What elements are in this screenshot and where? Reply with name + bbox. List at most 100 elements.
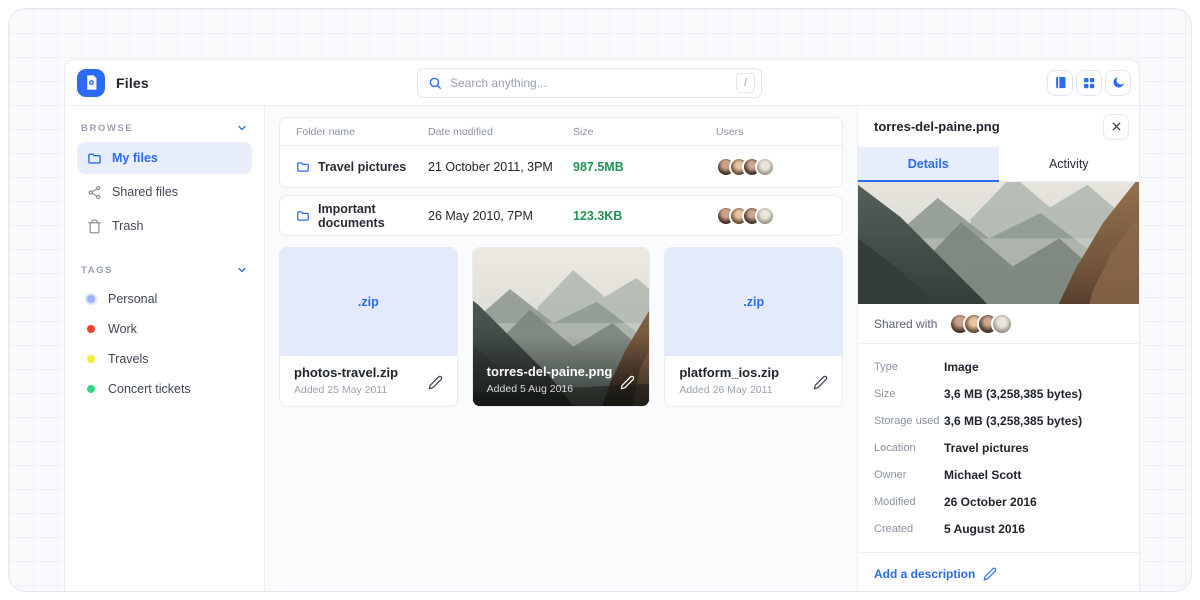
column-header-folder-name: Folder name xyxy=(280,126,428,138)
date-modified: 26 May 2010, 7PM xyxy=(428,209,573,223)
mountain-preview-image xyxy=(858,182,1139,304)
tag-color-dot xyxy=(87,355,95,363)
add-description-button[interactable]: Add a description xyxy=(858,553,1139,592)
file-name: platform_ios.zip xyxy=(679,365,828,380)
date-modified: 21 October 2011, 3PM xyxy=(428,160,573,174)
edit-pencil-icon[interactable] xyxy=(813,375,828,390)
tags-section-header[interactable]: TAGS xyxy=(77,262,252,284)
file-search-icon xyxy=(83,74,100,91)
dark-mode-button[interactable] xyxy=(1105,70,1131,96)
detail-label: Modified xyxy=(874,496,944,508)
chevron-down-icon[interactable] xyxy=(236,264,248,276)
detail-value: Travel pictures xyxy=(944,441,1029,455)
edit-pencil-icon[interactable] xyxy=(428,375,443,390)
browse-section-header[interactable]: BROWSE xyxy=(77,120,252,142)
notebook-icon xyxy=(1053,75,1068,90)
tag-item-personal[interactable]: Personal xyxy=(77,284,252,314)
notebook-button[interactable] xyxy=(1047,70,1073,96)
details-panel: torres-del-paine.png Details Activity Sh… xyxy=(857,106,1139,592)
grid-view-button[interactable] xyxy=(1076,70,1102,96)
tag-color-dot xyxy=(87,295,95,303)
tag-color-dot xyxy=(87,325,95,333)
image-preview[interactable] xyxy=(858,182,1139,304)
file-size: 123.3KB xyxy=(573,209,716,223)
column-header-date-modified: Date modified xyxy=(428,126,573,138)
app-logo[interactable] xyxy=(77,69,105,97)
file-card-torres-del-paine[interactable]: torres-del-paine.png Added 5 Aug 2016 xyxy=(472,247,651,407)
folders-table: Folder name Date modified Size Users Tra… xyxy=(279,117,843,188)
search-shortcut-badge: / xyxy=(736,73,755,93)
tags-section-label: TAGS xyxy=(81,265,113,276)
dark-mode-moon-icon xyxy=(1111,75,1126,90)
file-card-platform-ios-zip[interactable]: .zip platform_ios.zip Added 26 May 2011 xyxy=(664,247,843,407)
folder-name: Important documents xyxy=(318,202,428,230)
add-description-label: Add a description xyxy=(874,567,975,581)
file-card-photos-travel-zip[interactable]: .zip photos-travel.zip Added 25 May 2011 xyxy=(279,247,458,407)
sidebar-item-label: Trash xyxy=(112,219,144,233)
detail-value: 26 October 2016 xyxy=(944,495,1037,509)
file-added-date: Added 25 May 2011 xyxy=(294,384,443,396)
detail-label: Location xyxy=(874,442,944,454)
edit-pencil-icon xyxy=(983,567,997,581)
table-row-important-documents[interactable]: Important documents 26 May 2010, 7PM 123… xyxy=(280,196,842,235)
shared-with-avatars[interactable] xyxy=(949,313,1013,335)
folder-icon xyxy=(296,209,310,223)
sidebar-item-trash[interactable]: Trash xyxy=(77,210,252,242)
detail-row-owner: Owner Michael Scott xyxy=(874,461,1123,488)
search-input[interactable]: Search anything... / xyxy=(417,68,762,98)
share-icon xyxy=(87,185,102,200)
trash-icon xyxy=(87,219,102,234)
close-panel-button[interactable] xyxy=(1103,114,1129,140)
avatar xyxy=(991,313,1013,335)
detail-value: Michael Scott xyxy=(944,468,1021,482)
folders-table-row-card: Important documents 26 May 2010, 7PM 123… xyxy=(279,195,843,236)
column-header-users: Users xyxy=(716,126,842,138)
detail-row-location: Location Travel pictures xyxy=(874,434,1123,461)
tag-item-work[interactable]: Work xyxy=(77,314,252,344)
folder-icon xyxy=(296,160,310,174)
files-app-window: Files Search anything... / xyxy=(64,59,1140,592)
tab-activity[interactable]: Activity xyxy=(999,147,1140,182)
search-placeholder: Search anything... xyxy=(450,76,736,90)
tag-color-dot xyxy=(87,385,95,393)
zip-badge: .zip xyxy=(358,295,379,309)
main-content: Folder name Date modified Size Users Tra… xyxy=(265,106,857,592)
sidebar-item-label: My files xyxy=(112,151,158,165)
tag-label: Personal xyxy=(108,292,157,306)
tab-details[interactable]: Details xyxy=(858,147,999,182)
folder-icon xyxy=(87,151,102,166)
detail-row-created: Created 5 August 2016 xyxy=(874,515,1123,542)
detail-row-modified: Modified 26 October 2016 xyxy=(874,488,1123,515)
panel-file-title: torres-del-paine.png xyxy=(874,119,1000,134)
detail-row-type: Type Image xyxy=(874,353,1123,380)
close-icon xyxy=(1110,120,1123,133)
zip-badge: .zip xyxy=(743,295,764,309)
panel-tabs: Details Activity xyxy=(858,147,1139,182)
file-added-date: Added 26 May 2011 xyxy=(679,384,828,396)
folder-name: Travel pictures xyxy=(318,160,406,174)
tag-label: Travels xyxy=(108,352,149,366)
detail-value: Image xyxy=(944,360,979,374)
file-added-date: Added 5 Aug 2016 xyxy=(487,383,613,395)
tag-item-concert-tickets[interactable]: Concert tickets xyxy=(77,374,252,404)
detail-value: 5 August 2016 xyxy=(944,522,1025,536)
detail-value: 3,6 MB (3,258,385 bytes) xyxy=(944,414,1082,428)
tag-item-travels[interactable]: Travels xyxy=(77,344,252,374)
header-actions xyxy=(1047,70,1131,96)
detail-label: Type xyxy=(874,361,944,373)
users-avatars xyxy=(716,206,842,226)
sidebar-item-shared-files[interactable]: Shared files xyxy=(77,176,252,208)
users-avatars xyxy=(716,157,842,177)
table-row-travel-pictures[interactable]: Travel pictures 21 October 2011, 3PM 987… xyxy=(280,146,842,187)
detail-value: 3,6 MB (3,258,385 bytes) xyxy=(944,387,1082,401)
detail-label: Owner xyxy=(874,469,944,481)
desktop-background: Files Search anything... / xyxy=(8,8,1192,592)
edit-pencil-icon[interactable] xyxy=(620,375,635,390)
sidebar-item-my-files[interactable]: My files xyxy=(77,142,252,174)
shared-with-label: Shared with xyxy=(874,317,937,331)
table-header: Folder name Date modified Size Users xyxy=(280,118,842,146)
avatar xyxy=(755,206,775,226)
chevron-down-icon[interactable] xyxy=(236,122,248,134)
detail-label: Storage used xyxy=(874,415,944,427)
file-size: 987.5MB xyxy=(573,160,716,174)
